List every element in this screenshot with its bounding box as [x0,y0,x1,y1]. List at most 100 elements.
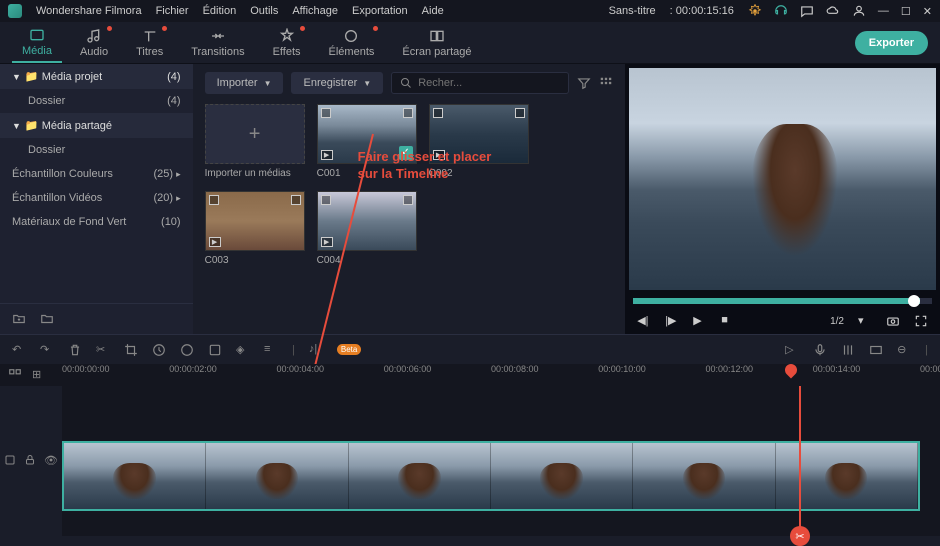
headphones-icon[interactable] [774,4,788,18]
menu-affichage[interactable]: Affichage [292,5,338,17]
maximize-icon[interactable]: ☐ [901,5,911,18]
ruler-tick: 00:00:14:00 [813,364,861,374]
sidebar-item-label: Dossier [28,95,65,107]
audio-wave-icon[interactable]: ♪| [309,343,323,357]
tab-label: Transitions [191,46,244,58]
folder-icon[interactable] [40,312,54,326]
app-logo [8,4,22,18]
media-item-c004[interactable]: ▶ C004 [317,191,417,266]
settings-icon[interactable] [748,4,762,18]
tab-effets[interactable]: Effets [263,24,311,62]
speed-icon[interactable] [152,343,166,357]
list-icon[interactable]: ≡ [264,343,278,357]
media-item-c002[interactable]: ▶ C002 [429,104,529,179]
redo-icon[interactable]: ↷ [40,343,54,357]
ruler-playhead[interactable] [783,362,800,379]
menu-exportation[interactable]: Exportation [352,5,408,17]
preview-scrubber[interactable]: { } [633,298,932,304]
stop-icon[interactable]: ■ [721,314,735,328]
tab-label: Titres [136,46,163,58]
step-back-icon[interactable]: |▶ [665,314,679,328]
sidebar-item-videos[interactable]: Échantillon Vidéos (20) ▸ [0,186,193,210]
ruler-tick: 00:00:06:00 [384,364,432,374]
save-button[interactable]: Enregistrer▼ [291,72,383,94]
menu-fichier[interactable]: Fichier [156,5,189,17]
new-folder-icon[interactable] [12,312,26,326]
media-item-c001[interactable]: ▶✓ C001 [317,104,417,179]
crop-icon[interactable] [124,343,138,357]
tab-label: Écran partagé [402,46,471,58]
close-icon[interactable]: ✕ [923,5,932,18]
menu-aide[interactable]: Aide [422,5,444,17]
grid-view-icon[interactable] [599,76,613,90]
cloud-icon[interactable] [826,4,840,18]
tab-ecran-partage[interactable]: Écran partagé [392,24,481,62]
tab-elements[interactable]: Éléments [319,24,385,62]
sidebar-item-fond-vert[interactable]: Matériaux de Fond Vert (10) [0,210,193,234]
mixer-icon[interactable] [841,343,855,357]
cut-icon[interactable]: ✂ [96,343,110,357]
play-icon[interactable]: ▶ [693,314,707,328]
export-button[interactable]: Exporter [855,31,928,55]
menu-edition[interactable]: Édition [203,5,237,17]
view-icon[interactable] [869,343,883,357]
track-layers-icon[interactable] [8,368,22,382]
filter-icon[interactable] [577,76,591,90]
sidebar-item-dossier-1[interactable]: Dossier (4) [0,89,193,113]
timeline-track-header: 👁 [0,386,62,536]
zoom-fit-icon[interactable]: ⊖ [897,343,911,357]
tab-label: Éléments [329,46,375,58]
sidebar-item-label: Matériaux de Fond Vert [12,216,126,228]
user-icon[interactable] [852,4,866,18]
playhead[interactable]: ✂ [799,386,801,536]
track-lock-icon[interactable] [24,454,36,468]
render-icon[interactable]: ▷ [785,343,799,357]
marker-icon[interactable] [208,343,222,357]
sidebar-item-label: Média partagé [42,120,112,132]
timeline-ruler[interactable]: ⊞ 00:00:00:0000:00:02:0000:00:04:0000:00… [0,364,940,386]
elements-icon [343,28,359,44]
timeline[interactable]: 👁 ▶ C001 ✂ [0,386,940,536]
voice-icon[interactable] [813,343,827,357]
tab-audio[interactable]: Audio [70,24,118,62]
ruler-tick: 00:00:16:00 [920,364,940,374]
snapshot-icon[interactable] [886,314,900,328]
tab-media[interactable]: Média [12,23,62,63]
tab-titres[interactable]: Titres [126,24,173,62]
fullscreen-icon[interactable] [914,314,928,328]
app-name: Wondershare Filmora [36,5,142,17]
project-title: Sans-titre [609,5,656,17]
search-field[interactable] [391,72,569,94]
tab-label: Média [22,45,52,57]
import-button[interactable]: Importer▼ [205,72,284,94]
sidebar-item-couleurs[interactable]: Échantillon Couleurs (25) ▸ [0,162,193,186]
track-visibility-icon[interactable]: 👁 [44,454,58,468]
keyframe-icon[interactable]: ◈ [236,343,250,357]
menu-outils[interactable]: Outils [250,5,278,17]
media-import-tile[interactable]: + Importer un médias [205,104,305,179]
timeline-clip[interactable]: ▶ C001 [62,441,920,511]
scissors-icon[interactable]: ✂ [790,526,810,546]
sidebar-item-count: (4) [167,71,180,83]
chat-icon[interactable] [800,4,814,18]
search-input[interactable] [418,77,560,89]
sidebar-item-label: Échantillon Couleurs [12,168,113,180]
delete-icon[interactable] [68,343,82,357]
minimize-icon[interactable]: — [878,5,889,17]
chevron-down-icon[interactable]: ▾ [858,314,872,328]
prev-frame-icon[interactable]: ◀| [637,314,651,328]
sidebar-item-label: Média projet [42,71,103,83]
menubar: Wondershare Filmora Fichier Édition Outi… [0,0,940,22]
preview-video[interactable] [629,68,936,290]
sidebar-item-media-projet[interactable]: ▼📁 Média projet (4) [0,64,193,89]
track-settings-icon[interactable]: ⊞ [32,368,46,382]
media-item-c003[interactable]: ▶ C003 [205,191,305,266]
undo-icon[interactable]: ↶ [12,343,26,357]
track-mute-icon[interactable] [4,454,16,468]
clip-pager: 1/2 [830,316,844,327]
sidebar-item-dossier-2[interactable]: Dossier [0,138,193,162]
color-icon[interactable] [180,343,194,357]
timeline-toolbar: ↶ ↷ ✂ ◈ ≡ | ♪| Beta ▷ ⊖ | [0,334,940,364]
sidebar-item-media-partage[interactable]: ▼📁 Média partagé [0,113,193,138]
tab-transitions[interactable]: Transitions [181,24,254,62]
